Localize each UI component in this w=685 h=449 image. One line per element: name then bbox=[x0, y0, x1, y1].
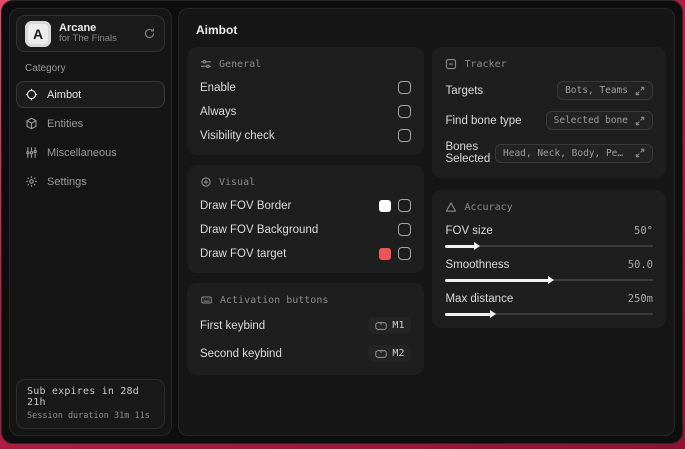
fov-size-slider[interactable] bbox=[445, 242, 653, 250]
page-title: Aimbot bbox=[196, 23, 238, 37]
keybind-value: M2 bbox=[392, 348, 405, 359]
setting-row-find-bone-type: Find bone type Selected bone bbox=[445, 111, 653, 130]
setting-row-max-distance: Max distance 250m bbox=[445, 293, 653, 318]
setting-label: FOV size bbox=[445, 225, 493, 237]
sidebar-item-entities[interactable]: Entities bbox=[16, 110, 165, 137]
sidebar: A Arcane for The Finals Category Aimbot bbox=[9, 8, 172, 436]
mouse-icon bbox=[375, 321, 388, 331]
setting-row-targets: Targets Bots, Teams bbox=[445, 81, 653, 100]
sidebar-nav: Aimbot Entities Miscellaneous Settings bbox=[10, 81, 171, 197]
session-duration-text: Session duration 31m 11s bbox=[27, 411, 150, 421]
panel-general: General Enable Always Visibility check bbox=[187, 47, 425, 155]
panel-title: Tracker bbox=[464, 58, 507, 70]
category-label: Category bbox=[25, 63, 66, 74]
setting-row-first-keybind: First keybind M1 bbox=[200, 317, 412, 334]
panel-title: Visual bbox=[219, 176, 256, 188]
app-window: A Arcane for The Finals Category Aimbot bbox=[1, 0, 683, 444]
panel-title: General bbox=[219, 58, 262, 70]
fov-border-checkbox[interactable] bbox=[398, 199, 412, 212]
sidebar-item-aimbot[interactable]: Aimbot bbox=[16, 81, 165, 108]
slider-value: 50° bbox=[634, 225, 653, 237]
keybind-value: M1 bbox=[392, 320, 405, 331]
setting-label: Draw FOV Background bbox=[200, 223, 319, 236]
setting-label: Draw FOV target bbox=[200, 247, 287, 260]
crosshair-icon bbox=[25, 88, 38, 101]
targets-dropdown[interactable]: Bots, Teams bbox=[557, 81, 653, 100]
minus-square-icon bbox=[445, 58, 457, 70]
panel-activation-buttons: Activation buttons First keybind M1 Seco… bbox=[187, 283, 425, 375]
setting-row-enable: Enable bbox=[200, 81, 412, 94]
scope-icon bbox=[200, 176, 212, 188]
setting-row-visibility-check: Visibility check bbox=[200, 129, 412, 142]
setting-row-fov-size: FOV size 50° bbox=[445, 225, 653, 250]
setting-label: Targets bbox=[445, 84, 484, 97]
setting-row-fov-border: Draw FOV Border bbox=[200, 199, 412, 212]
sidebar-item-settings[interactable]: Settings bbox=[16, 168, 165, 195]
slider-value: 50.0 bbox=[627, 259, 653, 271]
setting-row-bones-selected: Bones Selected Head, Neck, Body, Pe.. bbox=[445, 141, 653, 165]
app-subtitle: for The Finals bbox=[59, 33, 117, 45]
slider-value: 250m bbox=[627, 293, 653, 305]
setting-label: Second keybind bbox=[200, 347, 282, 360]
box-icon bbox=[25, 117, 38, 130]
setting-label: Smoothness bbox=[445, 259, 510, 271]
setting-row-fov-background: Draw FOV Background bbox=[200, 223, 412, 236]
setting-row-always: Always bbox=[200, 105, 412, 118]
sliders-icon bbox=[25, 146, 38, 159]
sliders-horizontal-icon bbox=[200, 58, 212, 70]
dropdown-value: Selected bone bbox=[553, 115, 628, 126]
dropdown-value: Head, Neck, Body, Pe.. bbox=[503, 147, 628, 159]
setting-row-smoothness: Smoothness 50.0 bbox=[445, 259, 653, 284]
gear-icon bbox=[25, 175, 38, 188]
fov-border-color-swatch[interactable] bbox=[379, 199, 392, 212]
smoothness-slider[interactable] bbox=[445, 276, 653, 284]
find-bone-type-dropdown[interactable]: Selected bone bbox=[545, 111, 653, 130]
sidebar-item-miscellaneous[interactable]: Miscellaneous bbox=[16, 139, 165, 166]
setting-label: Bones Selected bbox=[445, 141, 491, 165]
sidebar-item-label: Aimbot bbox=[47, 88, 82, 101]
enable-checkbox[interactable] bbox=[398, 81, 412, 94]
sub-expiry-text: Sub expires in 28d 21h bbox=[27, 386, 139, 408]
bones-selected-dropdown[interactable]: Head, Neck, Body, Pe.. bbox=[495, 143, 653, 163]
sidebar-item-label: Settings bbox=[47, 175, 87, 188]
main-content: Aimbot General Enable Always Visibility … bbox=[178, 8, 675, 436]
panel-title: Accuracy bbox=[464, 201, 513, 213]
setting-label: Always bbox=[200, 105, 237, 118]
fov-target-checkbox[interactable] bbox=[398, 247, 412, 260]
keyboard-icon bbox=[200, 294, 213, 306]
panel-title: Activation buttons bbox=[220, 294, 329, 306]
expand-icon bbox=[635, 148, 645, 158]
panel-tracker: Tracker Targets Bots, Teams Find bone ty… bbox=[432, 47, 666, 178]
fov-target-color-swatch[interactable] bbox=[379, 247, 392, 260]
first-keybind-button[interactable]: M1 bbox=[368, 317, 412, 334]
panel-accuracy: Accuracy FOV size 50° Smoothness 50.0 Ma… bbox=[432, 190, 666, 328]
refresh-icon[interactable] bbox=[143, 27, 156, 40]
max-distance-slider[interactable] bbox=[445, 310, 653, 318]
app-logo: A bbox=[25, 20, 51, 47]
visibility-check-checkbox[interactable] bbox=[398, 129, 412, 142]
setting-row-second-keybind: Second keybind M2 bbox=[200, 345, 412, 362]
second-keybind-button[interactable]: M2 bbox=[368, 345, 412, 362]
setting-label: Visibility check bbox=[200, 129, 275, 142]
subscription-card: Sub expires in 28d 21h Session duration … bbox=[16, 379, 165, 429]
mouse-icon bbox=[375, 349, 388, 359]
sidebar-item-label: Miscellaneous bbox=[47, 146, 117, 159]
sidebar-item-label: Entities bbox=[47, 117, 84, 130]
setting-label: Max distance bbox=[445, 293, 514, 305]
app-header-card: A Arcane for The Finals bbox=[16, 15, 165, 52]
setting-label: Draw FOV Border bbox=[200, 199, 292, 212]
expand-icon bbox=[635, 86, 645, 96]
setting-label: Enable bbox=[200, 81, 236, 94]
triangle-icon bbox=[445, 201, 457, 213]
fov-background-checkbox[interactable] bbox=[398, 223, 412, 236]
panel-visual: Visual Draw FOV Border Draw FOV Backgrou… bbox=[187, 165, 425, 273]
expand-icon bbox=[635, 116, 645, 126]
setting-label: Find bone type bbox=[445, 114, 522, 127]
dropdown-value: Bots, Teams bbox=[565, 85, 628, 96]
setting-label: First keybind bbox=[200, 319, 266, 332]
setting-row-fov-target: Draw FOV target bbox=[200, 247, 412, 260]
always-checkbox[interactable] bbox=[398, 105, 412, 118]
